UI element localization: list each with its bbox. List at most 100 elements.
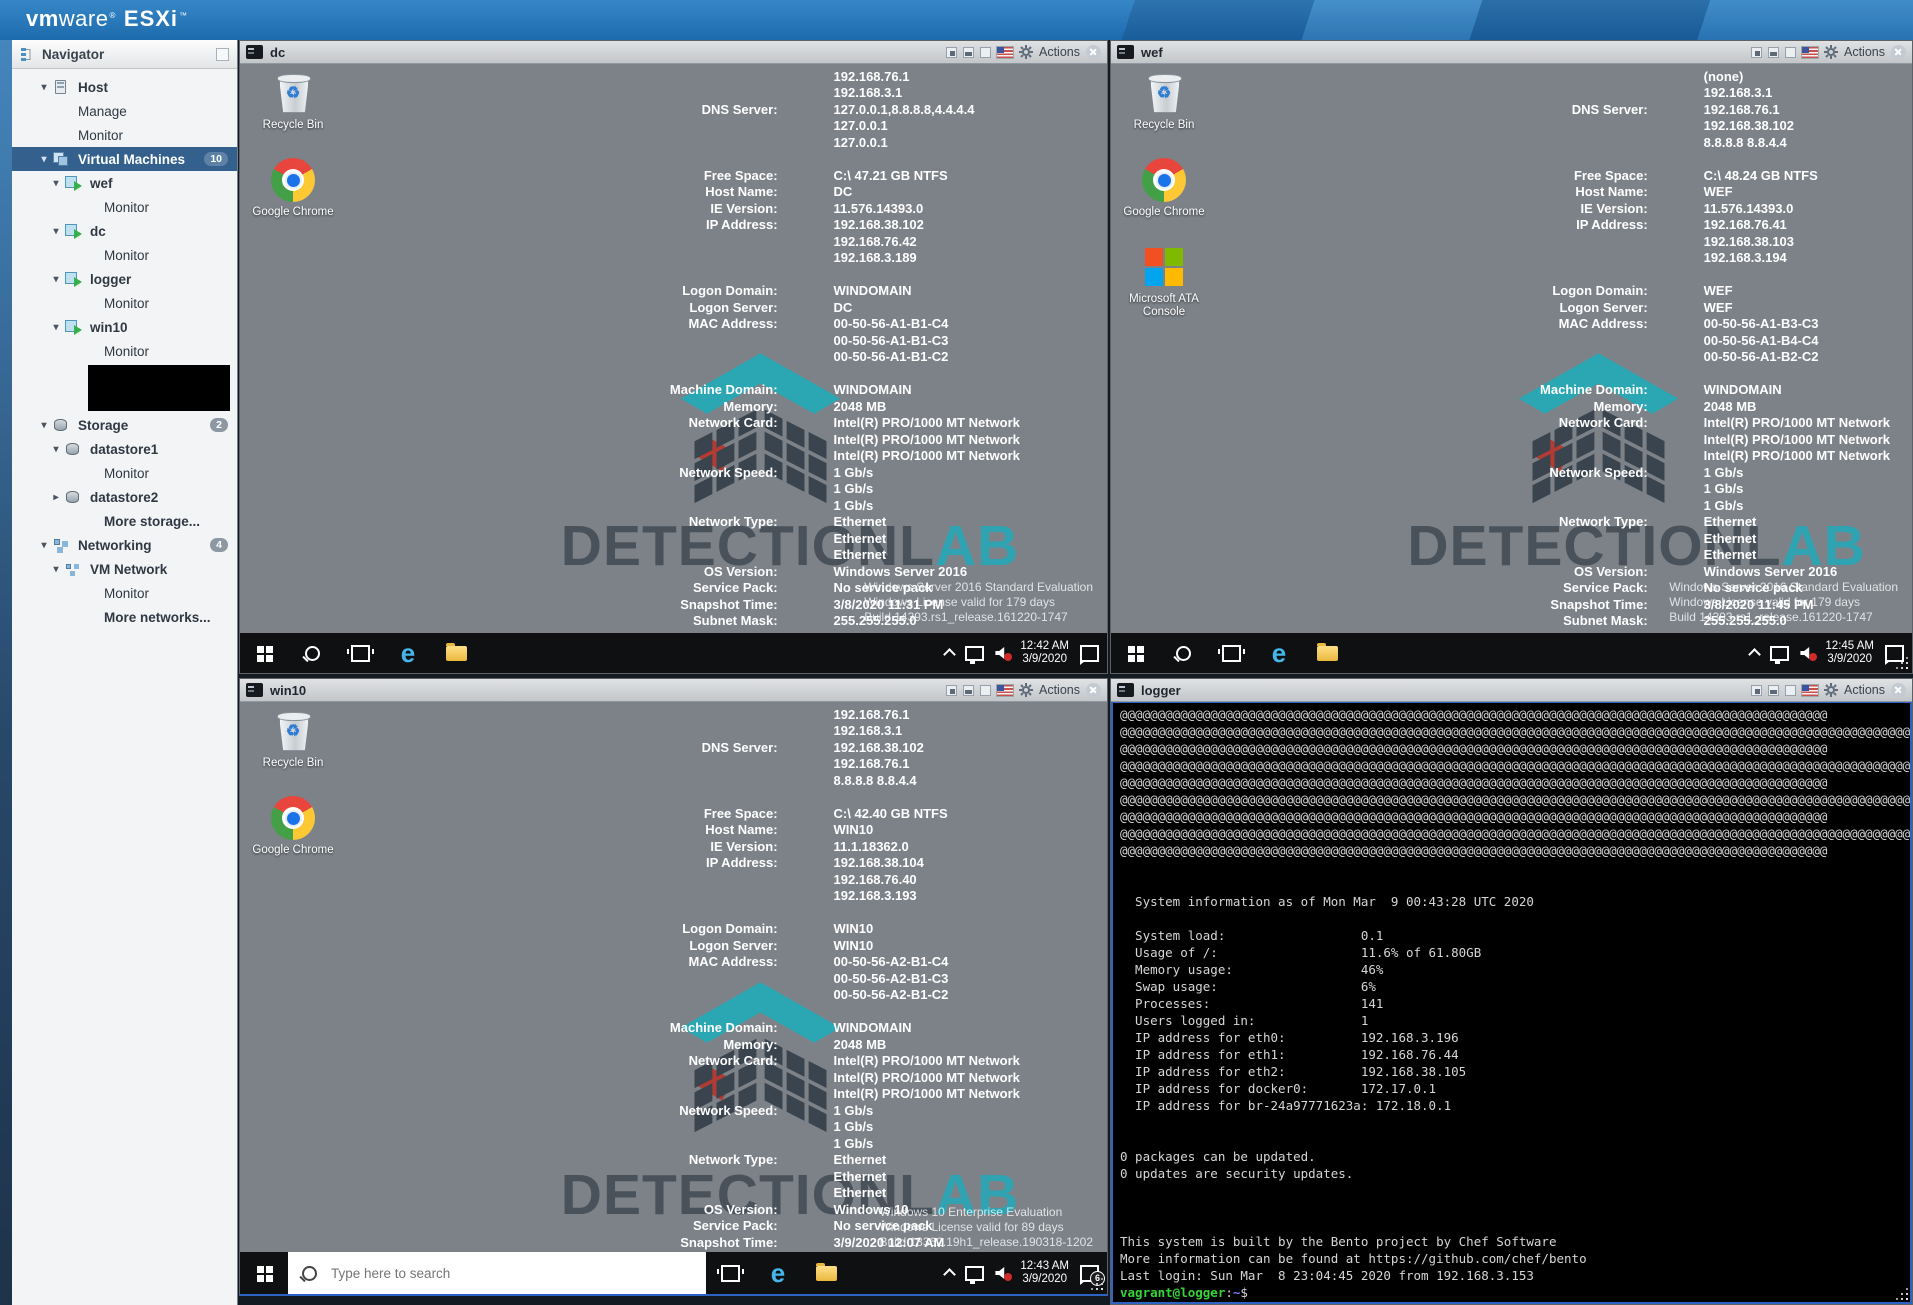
keyboard-layout-flag-icon[interactable] — [1802, 47, 1818, 58]
pane-icon[interactable] — [963, 47, 974, 58]
sidebar-item[interactable] — [12, 363, 237, 413]
gear-icon[interactable] — [1824, 45, 1838, 59]
vm-desktop[interactable]: Recycle Bin Google Chrome Microsoft ATA … — [1111, 63, 1912, 633]
pane-icon[interactable] — [980, 685, 991, 696]
edge-browser-button[interactable] — [754, 1252, 802, 1294]
tray-chevron-icon[interactable] — [944, 648, 957, 661]
sidebar-item[interactable]: More networks... — [12, 605, 237, 629]
task-view-button[interactable] — [706, 1252, 754, 1294]
sidebar-item[interactable]: Monitor — [12, 339, 237, 363]
caret-icon[interactable]: ▸ — [48, 492, 64, 503]
sidebar-item[interactable]: ▾ datastore1 — [12, 437, 237, 461]
sidebar-item[interactable]: ▸ datastore2 — [12, 485, 237, 509]
sidebar-item[interactable]: ▾ win10 — [12, 315, 237, 339]
sidebar-item[interactable]: Monitor — [12, 243, 237, 267]
vm-desktop[interactable]: Recycle Bin Google Chrome DETECTIONLAB — [240, 701, 1107, 1252]
sidebar-item[interactable]: ▾ Host — [12, 75, 237, 99]
pane-icon[interactable] — [1785, 47, 1796, 58]
sidebar-item[interactable]: ▾ dc — [12, 219, 237, 243]
desktop-icon[interactable]: Google Chrome — [250, 158, 336, 219]
actions-button[interactable]: Actions — [1844, 45, 1885, 59]
search-button[interactable] — [288, 633, 336, 673]
pane-icon[interactable] — [1785, 685, 1796, 696]
file-explorer-button[interactable] — [802, 1252, 850, 1294]
network-icon[interactable] — [1770, 646, 1789, 661]
caret-icon[interactable]: ▾ — [48, 444, 64, 455]
pane-icon[interactable] — [963, 685, 974, 696]
window-titlebar[interactable]: logger Actions — [1111, 679, 1912, 702]
action-center-icon[interactable] — [1080, 645, 1099, 662]
sidebar-item[interactable]: ▾ logger — [12, 267, 237, 291]
caret-icon[interactable]: ▾ — [48, 178, 64, 189]
sidebar-item[interactable]: Monitor — [12, 195, 237, 219]
vm-desktop[interactable]: Recycle Bin Google Chrome DETECTIONLAB — [240, 63, 1107, 633]
pane-icon[interactable] — [1768, 685, 1779, 696]
keyboard-layout-flag-icon[interactable] — [1802, 685, 1818, 696]
start-button[interactable] — [240, 1252, 288, 1294]
sidebar-item[interactable]: Monitor — [12, 581, 237, 605]
sidebar-item[interactable]: ▾ Networking 4 — [12, 533, 237, 557]
sidebar-item[interactable]: More storage... — [12, 509, 237, 533]
close-icon[interactable] — [1086, 683, 1101, 698]
actions-button[interactable]: Actions — [1844, 683, 1885, 697]
window-titlebar[interactable]: win10 Actions — [240, 679, 1107, 702]
speaker-muted-icon[interactable] — [995, 1267, 1009, 1279]
pane-icon[interactable] — [946, 685, 957, 696]
desktop-icon[interactable]: Google Chrome — [250, 796, 336, 857]
sidebar-item[interactable]: ▾ VM Network — [12, 557, 237, 581]
tray-chevron-icon[interactable] — [1749, 648, 1762, 661]
tray-chevron-icon[interactable] — [944, 1268, 957, 1281]
desktop-icon[interactable]: Google Chrome — [1121, 158, 1207, 219]
caret-icon[interactable]: ▾ — [48, 274, 64, 285]
network-icon[interactable] — [965, 646, 984, 661]
pane-icon[interactable] — [1751, 685, 1762, 696]
close-icon[interactable] — [1891, 683, 1906, 698]
pane-icon[interactable] — [1751, 47, 1762, 58]
network-icon[interactable] — [965, 1266, 984, 1281]
task-view-button[interactable] — [336, 633, 384, 673]
sidebar-item[interactable]: ▾ Virtual Machines 10 — [12, 147, 237, 171]
taskbar-search-box[interactable] — [288, 1252, 706, 1294]
close-icon[interactable] — [1086, 45, 1101, 60]
speaker-muted-icon[interactable] — [995, 647, 1009, 659]
window-titlebar[interactable]: wef Actions — [1111, 41, 1912, 64]
sidebar-item[interactable]: Monitor — [12, 291, 237, 315]
taskbar-clock[interactable]: 12:43 AM3/9/2020 — [1020, 1260, 1069, 1287]
panel-popout-icon[interactable] — [216, 48, 229, 61]
pane-icon[interactable] — [1768, 47, 1779, 58]
window-titlebar[interactable]: dc Actions — [240, 41, 1107, 64]
start-button[interactable] — [1111, 633, 1159, 673]
start-button[interactable] — [240, 633, 288, 673]
actions-button[interactable]: Actions — [1039, 683, 1080, 697]
gear-icon[interactable] — [1019, 45, 1033, 59]
resize-grip[interactable] — [1896, 657, 1909, 670]
caret-icon[interactable]: ▾ — [48, 564, 64, 575]
speaker-muted-icon[interactable] — [1800, 647, 1814, 659]
search-input[interactable] — [329, 1265, 633, 1282]
resize-grip[interactable] — [1091, 1278, 1104, 1291]
pane-icon[interactable] — [980, 47, 991, 58]
task-view-button[interactable] — [1207, 633, 1255, 673]
caret-icon[interactable]: ▾ — [36, 420, 52, 431]
search-button[interactable] — [1159, 633, 1207, 673]
taskbar-clock[interactable]: 12:45 AM3/9/2020 — [1825, 640, 1874, 667]
taskbar-clock[interactable]: 12:42 AM3/9/2020 — [1020, 640, 1069, 667]
resize-grip[interactable] — [1896, 1288, 1909, 1301]
pane-icon[interactable] — [946, 47, 957, 58]
desktop-icon[interactable]: Recycle Bin — [250, 709, 336, 770]
file-explorer-button[interactable] — [1303, 633, 1351, 673]
internet-explorer-button[interactable] — [1255, 633, 1303, 673]
gear-icon[interactable] — [1019, 683, 1033, 697]
caret-icon[interactable]: ▾ — [36, 154, 52, 165]
caret-icon[interactable]: ▾ — [48, 226, 64, 237]
sidebar-item[interactable]: Monitor — [12, 123, 237, 147]
caret-icon[interactable]: ▾ — [36, 82, 52, 93]
keyboard-layout-flag-icon[interactable] — [997, 47, 1013, 58]
desktop-icon[interactable]: Recycle Bin — [250, 71, 336, 132]
keyboard-layout-flag-icon[interactable] — [997, 685, 1013, 696]
close-icon[interactable] — [1891, 45, 1906, 60]
sidebar-item[interactable]: Monitor — [12, 461, 237, 485]
sidebar-item[interactable]: ▾ Storage 2 — [12, 413, 237, 437]
caret-icon[interactable]: ▾ — [36, 540, 52, 551]
caret-icon[interactable]: ▾ — [48, 322, 64, 333]
